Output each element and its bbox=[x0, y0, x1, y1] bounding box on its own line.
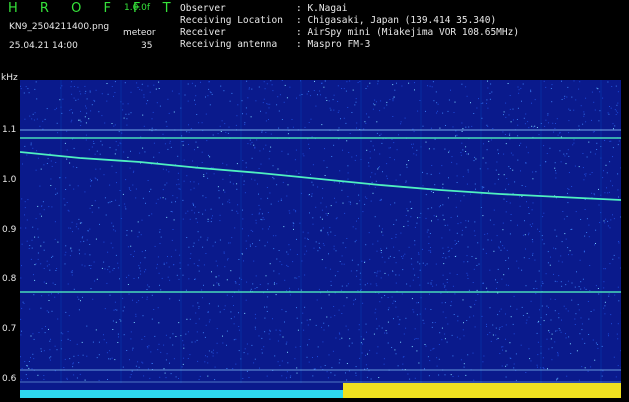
info-key-observer: Observer bbox=[180, 3, 226, 14]
y-tick-1.1: 1.1 bbox=[2, 125, 16, 135]
level-bar-cyan bbox=[20, 390, 343, 398]
info-key-antenna: Receiving antenna bbox=[180, 39, 277, 50]
y-axis-unit: kHz bbox=[1, 73, 18, 83]
info-key-location: Receiving Location bbox=[180, 15, 283, 26]
drift-signal-trace bbox=[20, 152, 621, 200]
detection-label: meteor bbox=[123, 28, 156, 38]
y-tick-0.7: 0.7 bbox=[2, 324, 16, 334]
y-tick-0.6: 0.6 bbox=[2, 374, 16, 384]
spectrogram-svg bbox=[20, 80, 621, 398]
meteor-count: 35 bbox=[141, 41, 152, 51]
y-tick-0.9: 0.9 bbox=[2, 225, 16, 235]
header-panel: H R O F F T 1.0.0f KN9_2504211400.png me… bbox=[0, 0, 629, 78]
info-value-location: : Chigasaki, Japan (139.414 35.340) bbox=[296, 15, 496, 26]
date-time: 25.04.21 14:00 bbox=[9, 41, 78, 51]
file-name: KN9_2504211400.png bbox=[9, 22, 109, 32]
info-value-antenna: : Maspro FM-3 bbox=[296, 39, 370, 50]
info-value-receiver: : AirSpy mini (Miakejima VOR 108.65MHz) bbox=[296, 27, 519, 38]
noise-speckle bbox=[20, 80, 621, 381]
y-tick-1.0: 1.0 bbox=[2, 175, 16, 185]
level-bar-yellow bbox=[343, 383, 621, 398]
info-key-receiver: Receiver bbox=[180, 27, 226, 38]
app-version: 1.0.0f bbox=[124, 3, 150, 13]
app-brand: H R O F F T bbox=[8, 1, 180, 16]
info-value-observer: : K.Nagai bbox=[296, 3, 347, 14]
spectrogram-plot bbox=[20, 80, 621, 398]
y-tick-0.8: 0.8 bbox=[2, 274, 16, 284]
